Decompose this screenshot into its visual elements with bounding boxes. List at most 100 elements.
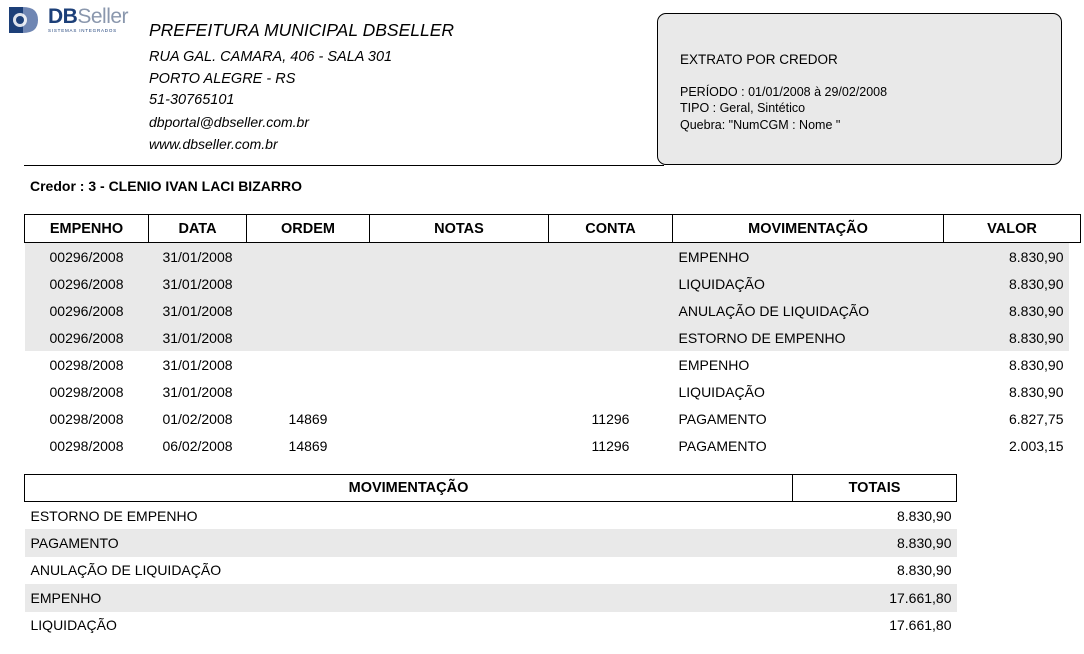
col-header-conta: CONTA bbox=[548, 214, 673, 243]
cell-ordem bbox=[246, 324, 370, 351]
org-city: PORTO ALEGRE - RS bbox=[149, 70, 296, 87]
cell-movimentacao: ESTORNO DE EMPENHO bbox=[672, 324, 944, 351]
col-header-data: DATA bbox=[148, 214, 247, 243]
table-row: 00296/2008 31/01/2008 LIQUIDAÇÃO 8.830,9… bbox=[24, 270, 1081, 297]
logo-brand-db: DB bbox=[48, 5, 78, 28]
table-row: 00296/2008 31/01/2008 ANULAÇÃO DE LIQUID… bbox=[24, 297, 1081, 324]
cell-conta: 11296 bbox=[591, 410, 630, 427]
cell-notas bbox=[369, 242, 549, 270]
col-header-movimentacao: MOVIMENTAÇÃO bbox=[672, 214, 944, 243]
cell-ordem bbox=[246, 297, 370, 324]
credor-heading: Credor : 3 - CLENIO IVAN LACI BIZARRO bbox=[30, 178, 302, 194]
report-periodo: PERÍODO : 01/01/2008 à 29/02/2008 bbox=[680, 85, 888, 99]
report-tipo: TIPO : Geral, Sintético bbox=[680, 101, 806, 116]
cell-movimentacao: LIQUIDAÇÃO bbox=[678, 383, 765, 400]
cell-valor: 8.830,90 bbox=[943, 324, 1069, 351]
movements-table: EMPENHO DATA ORDEM NOTAS CONTA MOVIMENTA… bbox=[24, 214, 1081, 459]
logo-wordmark: DBSeller bbox=[48, 5, 129, 28]
totals-row: ANULAÇÃO DE LIQUIDAÇÃO 8.830,90 bbox=[25, 557, 957, 584]
cell-notas bbox=[370, 378, 549, 405]
dbseller-logo: DBSeller SISTEMAS INTEGRADOS bbox=[8, 4, 129, 38]
totals-header-row: MOVIMENTAÇÃO TOTAIS bbox=[24, 474, 957, 502]
cell-empenho: 00296/2008 bbox=[24, 270, 149, 297]
table-row: 00298/2008 31/01/2008 LIQUIDAÇÃO 8.830,9… bbox=[25, 378, 1081, 405]
report-parameters: PERÍODO : 01/01/2008 à 29/02/2008 TIPO :… bbox=[680, 84, 887, 133]
cell-data: 01/02/2008 bbox=[162, 410, 233, 427]
cell-ordem bbox=[247, 351, 370, 378]
cell-data: 31/01/2008 bbox=[148, 242, 247, 270]
totals-cell-total: 8.830,90 bbox=[792, 529, 957, 557]
totals-row: EMPENHO 17.661,80 bbox=[24, 584, 957, 612]
cell-movimentacao: LIQUIDAÇÃO bbox=[672, 270, 944, 297]
cell-empenho: 00298/2008 bbox=[49, 356, 124, 373]
cell-data: 31/01/2008 bbox=[148, 297, 247, 324]
cell-movimentacao: EMPENHO bbox=[678, 356, 750, 373]
totals-cell-movimentacao: ANULAÇÃO DE LIQUIDAÇÃO bbox=[30, 562, 222, 579]
cell-movimentacao: PAGAMENTO bbox=[678, 437, 767, 454]
logo-tagline: SISTEMAS INTEGRADOS bbox=[48, 28, 117, 33]
cell-valor: 8.830,90 bbox=[1009, 356, 1064, 373]
cell-movimentacao: ANULAÇÃO DE LIQUIDAÇÃO bbox=[672, 297, 944, 324]
totals-table: MOVIMENTAÇÃO TOTAIS ESTORNO DE EMPENHO 8… bbox=[24, 474, 957, 639]
totals-cell-movimentacao: PAGAMENTO bbox=[24, 529, 793, 557]
cell-data: 06/02/2008 bbox=[162, 437, 233, 454]
cell-empenho: 00296/2008 bbox=[24, 242, 149, 270]
cell-movimentacao: PAGAMENTO bbox=[678, 410, 767, 427]
cell-conta bbox=[548, 324, 673, 351]
cell-valor: 8.830,90 bbox=[1009, 383, 1064, 400]
totals-cell-total: 17.661,80 bbox=[792, 584, 957, 612]
cell-empenho: 00298/2008 bbox=[49, 410, 124, 427]
cell-empenho: 00296/2008 bbox=[24, 324, 149, 351]
header-divider bbox=[24, 165, 664, 166]
cell-notas bbox=[370, 351, 549, 378]
cell-notas bbox=[370, 432, 549, 459]
col-header-valor: VALOR bbox=[943, 214, 1081, 243]
cell-notas bbox=[370, 405, 549, 432]
logo-brand-seller: Seller bbox=[77, 5, 129, 28]
cell-data: 31/01/2008 bbox=[162, 383, 233, 400]
org-address: RUA GAL. CAMARA, 406 - SALA 301 bbox=[149, 49, 393, 65]
totals-header-totais: TOTAIS bbox=[792, 474, 957, 502]
cell-conta bbox=[548, 297, 673, 324]
cell-valor: 6.827,75 bbox=[1009, 410, 1064, 427]
cell-notas bbox=[369, 297, 549, 324]
cell-ordem bbox=[246, 270, 370, 297]
totals-cell-movimentacao: EMPENHO bbox=[24, 584, 793, 612]
totals-header-movimentacao: MOVIMENTAÇÃO bbox=[24, 474, 793, 502]
totals-cell-movimentacao: ESTORNO DE EMPENHO bbox=[30, 507, 198, 524]
totals-row: LIQUIDAÇÃO 17.661,80 bbox=[25, 612, 957, 639]
totals-cell-total: 8.830,90 bbox=[897, 507, 952, 524]
cell-valor: 8.830,90 bbox=[943, 297, 1069, 324]
totals-cell-movimentacao: LIQUIDAÇÃO bbox=[30, 617, 117, 634]
report-info-box: EXTRATO POR CREDOR PERÍODO : 01/01/2008 … bbox=[657, 13, 1062, 165]
cell-valor: 2.003,15 bbox=[1009, 437, 1064, 454]
totals-cell-total: 17.661,80 bbox=[889, 617, 952, 634]
cell-valor: 8.830,90 bbox=[943, 270, 1069, 297]
cell-empenho: 00296/2008 bbox=[24, 297, 149, 324]
cell-empenho: 00298/2008 bbox=[49, 437, 124, 454]
cell-notas bbox=[369, 270, 549, 297]
cell-conta bbox=[548, 270, 673, 297]
org-email: dbportal@dbseller.com.br bbox=[149, 114, 309, 131]
org-name: PREFEITURA MUNICIPAL DBSELLER bbox=[149, 20, 455, 40]
col-header-empenho: EMPENHO bbox=[24, 214, 149, 243]
cell-ordem: 14869 bbox=[288, 437, 328, 454]
col-header-ordem: ORDEM bbox=[246, 214, 370, 243]
cell-notas bbox=[369, 324, 549, 351]
report-title: EXTRATO POR CREDOR bbox=[680, 52, 838, 67]
totals-cell-total: 8.830,90 bbox=[897, 562, 952, 579]
org-website: www.dbseller.com.br bbox=[149, 135, 278, 152]
cell-empenho: 00298/2008 bbox=[49, 383, 124, 400]
table-row: 00298/2008 06/02/2008 14869 11296 PAGAME… bbox=[25, 432, 1081, 459]
cell-movimentacao: EMPENHO bbox=[672, 242, 944, 270]
cell-ordem bbox=[247, 378, 370, 405]
movements-header-row: EMPENHO DATA ORDEM NOTAS CONTA MOVIMENTA… bbox=[24, 214, 1081, 243]
cell-valor: 8.830,90 bbox=[943, 242, 1069, 270]
cell-data: 31/01/2008 bbox=[148, 324, 247, 351]
table-row: 00298/2008 01/02/2008 14869 11296 PAGAME… bbox=[25, 405, 1081, 432]
cell-conta bbox=[549, 351, 673, 378]
col-header-notas: NOTAS bbox=[369, 214, 549, 243]
cell-ordem: 14869 bbox=[288, 410, 328, 427]
logo-mark-icon bbox=[9, 7, 38, 33]
totals-row: PAGAMENTO 8.830,90 bbox=[24, 529, 957, 557]
